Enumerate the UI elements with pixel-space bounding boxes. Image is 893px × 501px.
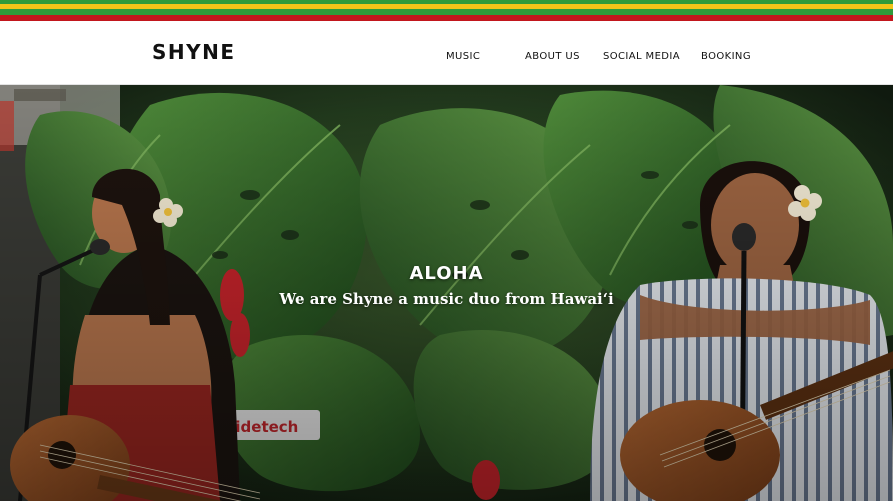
nav-link-music[interactable]: MUSIC <box>446 51 480 62</box>
nav-link-booking[interactable]: BOOKING <box>701 51 751 62</box>
hero-title: ALOHA <box>409 263 484 284</box>
flag-stripe-bar <box>0 0 893 21</box>
nav-link-social-media[interactable]: SOCIAL MEDIA <box>603 51 680 62</box>
site-logo[interactable]: SHYNE <box>152 40 236 64</box>
nav-link-about-us[interactable]: ABOUT US <box>525 51 580 62</box>
hero-subtitle: We are Shyne a music duo from Hawaiʻi <box>279 290 614 308</box>
hero-banner: ridetech <box>0 85 893 501</box>
site-header: SHYNE MUSIC ABOUT US SOCIAL MEDIA BOOKIN… <box>0 21 893 85</box>
